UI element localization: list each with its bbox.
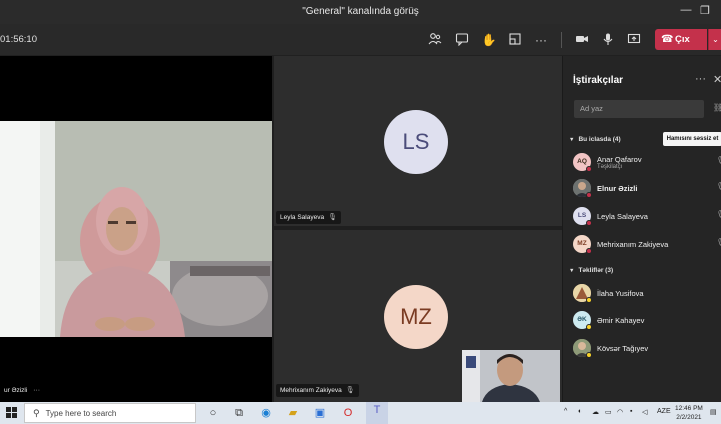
clock-date: 2/2/2021 xyxy=(676,414,702,421)
more-actions-icon[interactable]: ··· xyxy=(533,32,549,48)
status-dot xyxy=(586,352,592,358)
folder-icon[interactable]: ▭ xyxy=(605,408,612,416)
mic-muted-icon: 🎙 xyxy=(716,238,721,247)
participant-row[interactable]: LS Leyla Salayeva 🎙 xyxy=(563,204,721,228)
participants-icon[interactable] xyxy=(427,32,443,48)
participant-name: Əmir Kahayev xyxy=(597,316,645,325)
raise-hand-icon[interactable]: ✋ xyxy=(481,32,497,48)
edge-browser-icon[interactable]: ◉ xyxy=(258,405,274,421)
main-participant-more-icon[interactable]: ··· xyxy=(33,387,40,394)
microphone-icon[interactable] xyxy=(600,32,616,48)
search-icon: ⚲ xyxy=(33,408,40,418)
status-dot xyxy=(586,166,592,172)
mic-muted-icon: 🎙 xyxy=(328,214,337,221)
suggested-row[interactable]: İlaha Yusifova xyxy=(563,281,721,305)
panel-more-icon[interactable]: ··· xyxy=(695,73,706,85)
avatar: LS xyxy=(384,110,448,174)
status-dot xyxy=(586,220,592,226)
tray-app-icon[interactable]: ◐ xyxy=(578,408,582,415)
close-icon[interactable]: ✕ xyxy=(713,73,721,86)
maximize-icon[interactable]: ❐ xyxy=(696,4,714,17)
file-explorer-icon[interactable]: ▰ xyxy=(285,405,301,421)
self-view-video[interactable] xyxy=(462,350,560,402)
avatar: MZ xyxy=(384,285,448,349)
participant-name: Mehrixanım Zakiyeva xyxy=(280,387,342,394)
cortana-icon[interactable]: ○ xyxy=(205,405,221,421)
cloud-icon[interactable]: ☁ xyxy=(592,408,599,416)
teams-app-icon[interactable]: T xyxy=(366,402,388,424)
toolbar-divider xyxy=(561,32,562,48)
mic-icon: 🎙 xyxy=(716,182,721,191)
chat-icon[interactable] xyxy=(454,32,470,48)
mic-muted-icon: 🎙 xyxy=(716,210,721,219)
leave-options-chevron-icon[interactable]: ⌄ xyxy=(708,29,721,50)
section-title: Bu iclasda (4) xyxy=(578,136,621,143)
participant-name: Anar Qafarov xyxy=(597,155,642,164)
search-placeholder: Type here to search xyxy=(45,409,117,418)
section-title: Təkliflər (3) xyxy=(578,267,614,274)
share-screen-icon[interactable] xyxy=(626,32,642,48)
search-people-input[interactable]: Ad yaz xyxy=(574,100,704,118)
meeting-timer: 01:56:10 xyxy=(0,34,37,45)
participant-row[interactable]: AQ Anar Qafarov Təşkilatçı 🎙 xyxy=(563,150,721,174)
network-icon[interactable]: ▪ xyxy=(630,408,632,415)
video-stage: ur Əzizli ··· LS Leyla Salayeva 🎙 MZ Mehr… xyxy=(0,56,562,402)
windows-start-icon[interactable] xyxy=(0,402,24,424)
participant-video xyxy=(0,121,272,337)
status-dot xyxy=(586,192,592,198)
participant-name-chip: Leyla Salayeva 🎙 xyxy=(276,211,341,224)
mic-icon: 🎙 xyxy=(716,156,721,165)
chevron-down-icon: ▼ xyxy=(569,137,575,143)
window-title: "General" kanalında görüş xyxy=(302,6,419,17)
participants-panel: İştirakçılar ··· ✕ Ad yaz ⛓ ▼ Bu iclasda … xyxy=(562,56,721,402)
leave-button[interactable]: ☎ Çıx xyxy=(655,29,707,50)
main-video-tile[interactable]: ur Əzizli ··· xyxy=(0,56,272,402)
panel-title: İştirakçılar xyxy=(573,75,624,86)
participant-row[interactable]: Elnur Əzizli 🎙 xyxy=(563,176,721,200)
volume-icon[interactable]: ◁ xyxy=(642,408,647,416)
suggested-row[interactable]: Kövsər Tağıyev xyxy=(563,336,721,360)
participant-name: Leyla Salayeva xyxy=(280,214,325,221)
chevron-down-icon: ▼ xyxy=(569,268,575,274)
language-indicator[interactable]: AZE xyxy=(657,408,671,415)
participant-name: İlaha Yusifova xyxy=(597,289,644,298)
notifications-icon[interactable]: ▤ xyxy=(710,408,717,416)
main-participant-name-chip: ur Əzizli ··· xyxy=(0,384,44,397)
breakout-icon[interactable] xyxy=(507,32,523,48)
taskbar-search-input[interactable]: ⚲ Type here to search xyxy=(24,403,196,423)
participant-name: Leyla Salayeva xyxy=(597,212,648,221)
share-invite-icon[interactable]: ⛓ xyxy=(713,103,721,112)
opera-browser-icon[interactable]: O xyxy=(340,405,356,421)
leave-label: Çıx xyxy=(675,34,690,45)
suggested-section-header[interactable]: ▼ Təkliflər (3) xyxy=(569,267,613,274)
participant-name: Elnur Əzizli xyxy=(597,184,638,193)
store-icon[interactable]: ▣ xyxy=(312,405,328,421)
mute-all-button[interactable]: Hamısını səssiz et xyxy=(663,132,721,146)
minimize-icon[interactable]: — xyxy=(677,4,695,16)
camera-icon[interactable] xyxy=(574,32,590,48)
mic-muted-icon: 🎙 xyxy=(345,387,355,394)
participant-tile-ls[interactable]: LS Leyla Salayeva 🎙 xyxy=(274,56,562,226)
participant-row[interactable]: MZ Mehrixanım Zakiyeva 🎙 xyxy=(563,232,721,256)
status-dot xyxy=(586,248,592,254)
participant-name: Mehrixanım Zakiyeva xyxy=(597,240,669,249)
suggested-row[interactable]: ƏK Əmir Kahayev xyxy=(563,308,721,332)
in-meeting-section-header[interactable]: ▼ Bu iclasda (4) xyxy=(569,136,621,143)
clock-time: 12:46 PM xyxy=(675,405,703,412)
task-view-icon[interactable]: ⧉ xyxy=(231,405,247,421)
system-clock[interactable]: 12:46 PM 2/2/2021 xyxy=(675,404,703,422)
windows-taskbar: ⚲ Type here to search ○ ⧉ ◉ ▰ ▣ O T ^ ◐ ☁… xyxy=(0,402,721,424)
wifi-icon[interactable]: ◠ xyxy=(617,408,623,416)
status-dot xyxy=(586,297,592,303)
participant-role: Təşkilatçı xyxy=(597,164,623,170)
meeting-toolbar: 01:56:10 ✋ ··· ☎ Çıx ⌄ xyxy=(0,24,721,56)
title-bar: "General" kanalında görüş — ❐ xyxy=(0,0,721,24)
participant-name: Kövsər Tağıyev xyxy=(597,344,649,353)
status-dot xyxy=(586,324,592,330)
tray-chevron-icon[interactable]: ^ xyxy=(564,408,567,415)
main-participant-name: ur Əzizli xyxy=(4,387,28,394)
participant-name-chip: Mehrixanım Zakiyeva 🎙 xyxy=(276,384,359,397)
hang-up-icon: ☎ xyxy=(661,34,674,45)
